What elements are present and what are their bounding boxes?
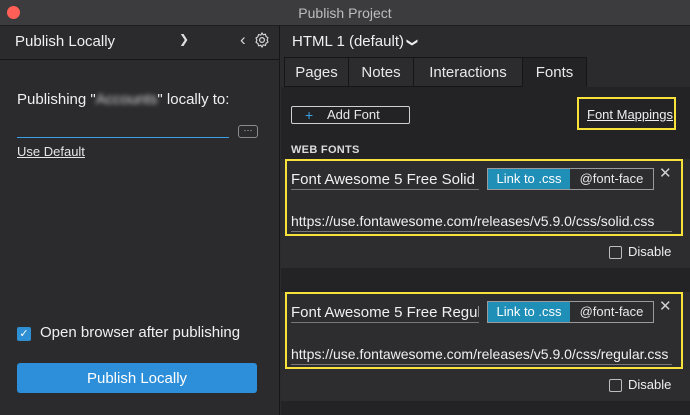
- font-mode-toggle: Link to .css @font-face: [487, 168, 654, 190]
- disable-checkbox[interactable]: [609, 246, 622, 259]
- project-selector-label: HTML 1 (default): [292, 33, 404, 50]
- web-font-card: Font Awesome 5 Free Solid Link to .css @…: [281, 159, 690, 268]
- project-selector[interactable]: HTML 1 (default) ❯: [292, 33, 419, 50]
- publishing-destination-label: Publishing "Accounts" locally to:: [17, 91, 229, 108]
- font-url-field[interactable]: https://use.fontawesome.com/releases/v5.…: [291, 213, 672, 232]
- disable-label: Disable: [628, 244, 672, 259]
- add-font-button[interactable]: + Add Font: [291, 106, 410, 124]
- publish-mode-dropdown[interactable]: Publish Locally: [15, 33, 115, 50]
- disable-checkbox[interactable]: [609, 379, 622, 392]
- font-mappings-link[interactable]: Font Mappings: [587, 107, 673, 122]
- font-url-field[interactable]: https://use.fontawesome.com/releases/v5.…: [291, 346, 672, 365]
- link-to-css-option[interactable]: Link to .css: [488, 302, 570, 322]
- add-font-label: Add Font: [327, 107, 380, 122]
- font-face-option[interactable]: @font-face: [570, 302, 653, 322]
- project-header: HTML 1 (default) ❯: [281, 26, 690, 59]
- title-bar: Publish Project: [0, 0, 690, 26]
- tab-notes[interactable]: Notes: [348, 57, 414, 87]
- publishing-suffix: " locally to:: [157, 91, 230, 108]
- disable-label: Disable: [628, 377, 672, 392]
- font-mode-toggle: Link to .css @font-face: [487, 301, 654, 323]
- publish-mode-header: Publish Locally ❯ ‹: [0, 26, 279, 59]
- chevron-down-icon: ❯: [406, 37, 419, 48]
- open-browser-label: Open browser after publishing: [40, 324, 241, 341]
- close-icon[interactable]: ✕: [659, 164, 672, 182]
- tab-pages[interactable]: Pages: [284, 57, 349, 87]
- gear-icon[interactable]: [253, 31, 271, 49]
- right-panel: HTML 1 (default) ❯ Pages Notes Interacti…: [281, 26, 690, 415]
- font-name-field[interactable]: Font Awesome 5 Free Solid: [291, 171, 479, 190]
- browse-button[interactable]: ···: [238, 125, 258, 138]
- chevron-left-icon[interactable]: ‹: [240, 30, 246, 50]
- publish-locally-button[interactable]: Publish Locally: [17, 363, 257, 393]
- web-font-card: Font Awesome 5 Free Regular Link to .css…: [281, 292, 690, 401]
- use-default-link[interactable]: Use Default: [17, 144, 85, 159]
- tab-fonts[interactable]: Fonts: [522, 57, 587, 87]
- window-title: Publish Project: [298, 5, 392, 21]
- font-face-option[interactable]: @font-face: [570, 169, 653, 189]
- close-icon[interactable]: ✕: [659, 297, 672, 315]
- open-browser-checkbox[interactable]: ✓: [17, 327, 31, 341]
- font-name-field[interactable]: Font Awesome 5 Free Regular: [291, 304, 479, 323]
- left-panel: Publish Locally ❯ ‹ Publishing "Accounts…: [0, 26, 280, 415]
- publishing-prefix: Publishing ": [17, 91, 96, 108]
- tab-bar: Pages Notes Interactions Fonts: [281, 57, 690, 87]
- divider: [0, 59, 279, 60]
- chevron-down-icon[interactable]: ❯: [179, 32, 189, 46]
- publish-path-input[interactable]: [17, 118, 229, 138]
- link-to-css-option[interactable]: Link to .css: [488, 169, 570, 189]
- plus-icon: +: [305, 107, 314, 123]
- project-name-redacted: Accounts: [95, 91, 158, 108]
- web-fonts-heading: WEB FONTS: [291, 144, 360, 156]
- tab-interactions[interactable]: Interactions: [413, 57, 523, 87]
